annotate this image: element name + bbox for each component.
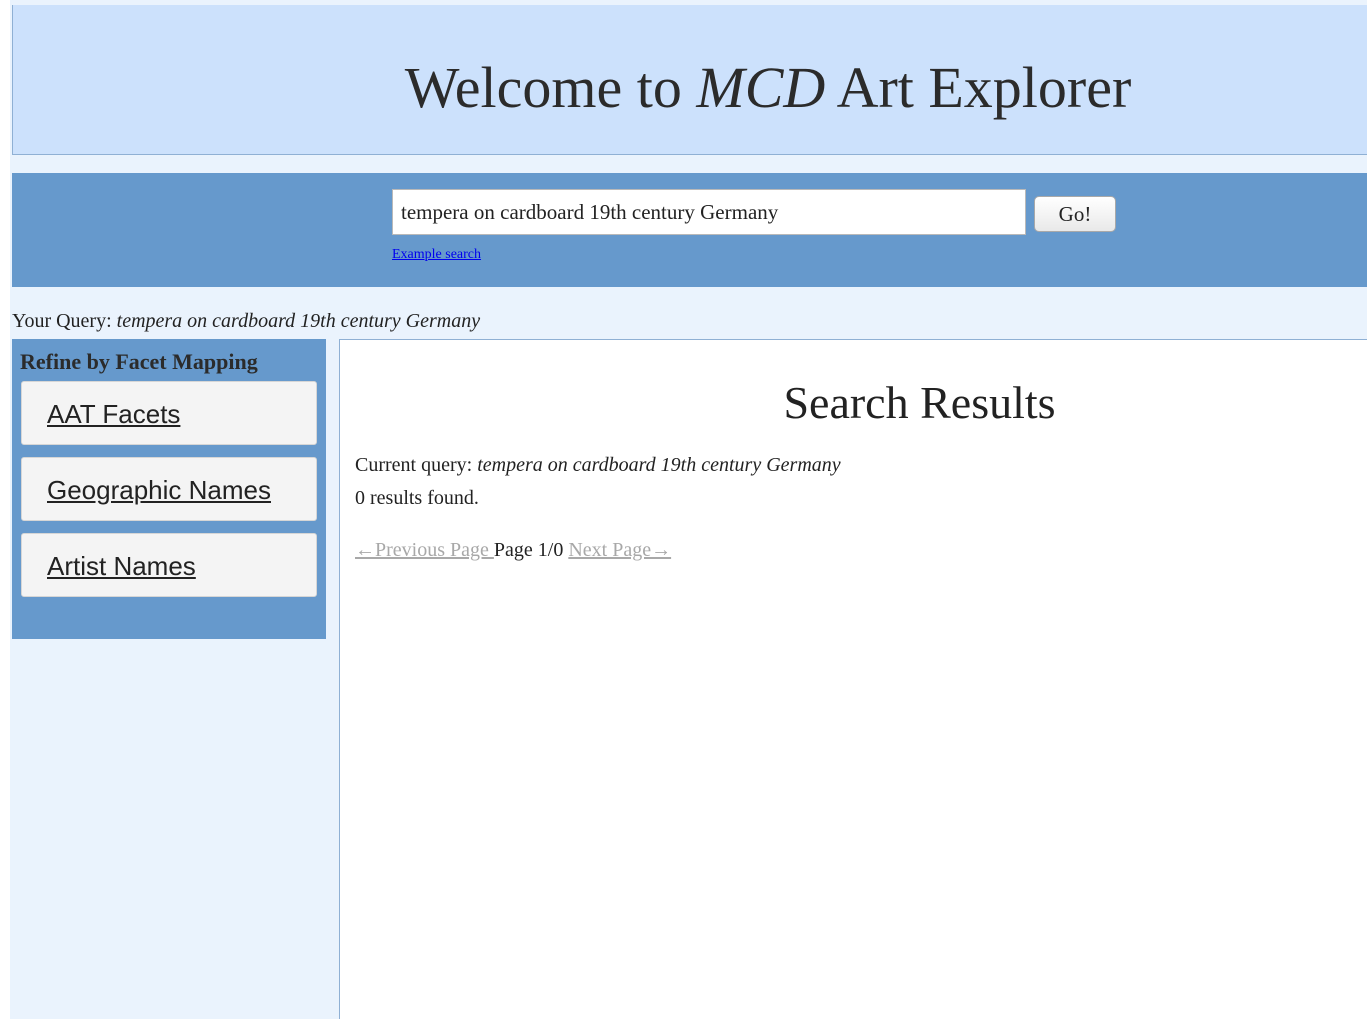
- page-info: Page 1/0: [493, 539, 569, 561]
- your-query-value: tempera on cardboard 19th century German…: [116, 310, 481, 332]
- sidebar-title: Refine by Facet Mapping: [20, 349, 258, 374]
- next-page-link[interactable]: Next Page→: [568, 539, 671, 561]
- facet-label: AAT Facets: [47, 399, 181, 429]
- search-bar: Go! Example search: [12, 173, 1367, 287]
- your-query-label: Your Query:: [12, 310, 117, 332]
- results-count: 0 results found.: [355, 487, 479, 509]
- facet-button-artist[interactable]: Artist Names: [21, 533, 317, 597]
- pager: ←Previous Page Page 1/0 Next Page→: [355, 539, 671, 562]
- your-query: Your Query: tempera on cardboard 19th ce…: [12, 310, 480, 333]
- site-title: Welcome to MCD Art Explorer: [13, 55, 1367, 121]
- previous-page-link[interactable]: ←Previous Page: [355, 539, 494, 561]
- site-title-prefix: Welcome to: [404, 55, 697, 120]
- facet-button-geographic[interactable]: Geographic Names: [21, 457, 317, 521]
- facet-label: Geographic Names: [47, 475, 271, 505]
- facet-label: Artist Names: [47, 551, 196, 581]
- results-panel: Search Results Current query: tempera on…: [339, 339, 1367, 1019]
- example-search-link[interactable]: Example search: [392, 247, 481, 263]
- facet-sidebar: Refine by Facet Mapping AAT Facets Geogr…: [12, 339, 326, 639]
- site-title-brand: MCD: [696, 55, 826, 120]
- facet-button-aat[interactable]: AAT Facets: [21, 381, 317, 445]
- search-input[interactable]: [392, 189, 1026, 235]
- results-title: Search Results: [783, 377, 1056, 428]
- site-header: Welcome to MCD Art Explorer: [12, 5, 1367, 155]
- current-query-label: Current query:: [355, 454, 478, 476]
- site-title-suffix: Art Explorer: [825, 55, 1132, 120]
- current-query-value: tempera on cardboard 19th century German…: [477, 454, 841, 476]
- current-query: Current query: tempera on cardboard 19th…: [355, 454, 841, 477]
- go-button[interactable]: Go!: [1034, 196, 1116, 232]
